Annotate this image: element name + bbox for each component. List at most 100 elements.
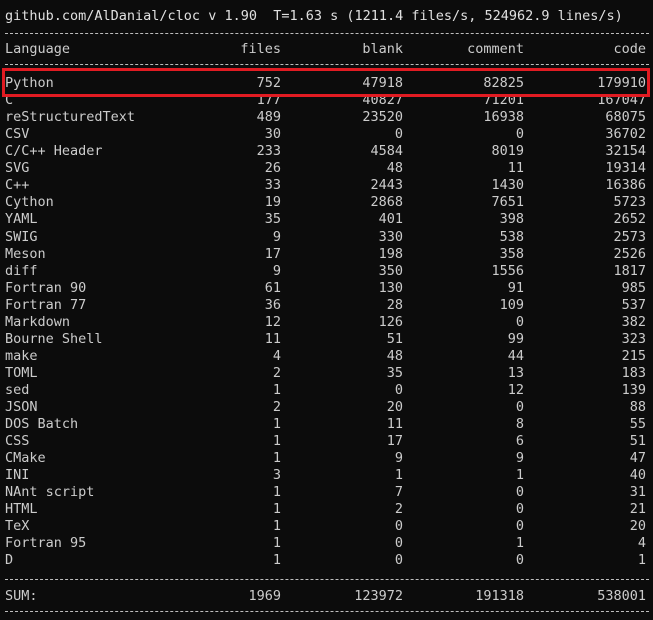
table-row: Fortran 90 61 130 91 985 bbox=[5, 280, 649, 297]
cell-language: Fortran 90 bbox=[5, 279, 87, 296]
table-row: NAnt script 1 7 0 31 bbox=[5, 484, 649, 501]
table-row: Meson 17 198 358 2526 bbox=[5, 246, 649, 263]
table-row: Python 752 47918 82825 179910 bbox=[5, 75, 649, 92]
cell-comment: 11 bbox=[507, 160, 524, 177]
cell-comment: 0 bbox=[515, 398, 524, 415]
cell-language: INI bbox=[5, 467, 30, 484]
cell-blank: 126 bbox=[378, 313, 403, 330]
cell-language: Fortran 95 bbox=[5, 535, 87, 552]
cell-blank: 11 bbox=[386, 416, 403, 432]
cell-files: 2 bbox=[272, 364, 281, 381]
cell-comment: 1 bbox=[515, 535, 524, 552]
cell-blank: 0 bbox=[394, 535, 403, 552]
cell-language: CSS bbox=[5, 433, 30, 450]
table-row: DOS Batch 1 11 8 55 bbox=[5, 416, 649, 433]
cell-language: TeX bbox=[5, 518, 30, 535]
cell-code: 55 bbox=[629, 416, 646, 432]
cell-comment: 71201 bbox=[483, 92, 524, 108]
cell-blank: 7 bbox=[394, 484, 403, 501]
cell-code: 32154 bbox=[605, 143, 646, 160]
cell-comment: 13 bbox=[507, 364, 524, 381]
table-row: Bourne Shell 11 51 99 323 bbox=[5, 331, 649, 348]
cell-blank: 51 bbox=[386, 330, 403, 347]
table-row: C++ 33 2443 1430 16386 bbox=[5, 177, 649, 194]
cell-files: 1 bbox=[272, 433, 281, 450]
table-row: Fortran 77 36 28 109 537 bbox=[5, 297, 649, 314]
table-row: D 1 0 0 1 bbox=[5, 552, 649, 569]
cell-blank: 20 bbox=[386, 398, 403, 415]
cell-blank: 401 bbox=[378, 211, 403, 228]
cell-comment: 8019 bbox=[491, 143, 524, 160]
cell-blank: 48 bbox=[386, 160, 403, 177]
cell-language: Fortran 77 bbox=[5, 296, 87, 313]
cell-files: 2 bbox=[272, 398, 281, 415]
cell-language: sed bbox=[5, 381, 30, 398]
cell-code: 36702 bbox=[605, 126, 646, 143]
cell-files: 26 bbox=[264, 160, 281, 177]
cell-files: 9 bbox=[272, 228, 281, 245]
cell-code: 985 bbox=[621, 279, 646, 296]
cell-comment: 7651 bbox=[491, 194, 524, 211]
cell-blank: 4584 bbox=[370, 143, 403, 160]
cell-comment: 82825 bbox=[483, 75, 524, 91]
column-code: code bbox=[613, 41, 646, 57]
cell-code: 1 bbox=[637, 552, 646, 569]
table-row: SWIG 9 330 538 2573 bbox=[5, 229, 649, 246]
cell-files: 12 bbox=[264, 313, 281, 330]
cell-blank: 0 bbox=[394, 381, 403, 398]
cell-blank: 1 bbox=[394, 467, 403, 484]
table-row: reStructuredText 489 23520 16938 68075 bbox=[5, 109, 649, 126]
cell-comment: 109 bbox=[499, 296, 524, 313]
separator-header bbox=[5, 62, 649, 68]
cell-blank: 35 bbox=[386, 364, 403, 381]
cell-code: 179910 bbox=[597, 75, 646, 91]
cell-blank: 23520 bbox=[362, 109, 403, 126]
cell-files: 1 bbox=[272, 501, 281, 518]
cell-language: NAnt script bbox=[5, 484, 95, 501]
cell-files: 4 bbox=[272, 347, 281, 364]
cell-files: 17 bbox=[264, 245, 281, 262]
cell-language: C/C++ Header bbox=[5, 143, 103, 160]
cell-files: 11 bbox=[264, 330, 281, 347]
cell-comment: 12 bbox=[507, 381, 524, 398]
cell-code: 382 bbox=[621, 313, 646, 330]
separator-sum bbox=[5, 577, 649, 583]
cell-files: 30 bbox=[264, 126, 281, 143]
table-row: CSV 30 0 0 36702 bbox=[5, 126, 649, 143]
cell-language: CMake bbox=[5, 450, 46, 467]
cell-language: D bbox=[5, 552, 14, 569]
cell-blank: 198 bbox=[378, 245, 403, 262]
cell-files: 19 bbox=[264, 194, 281, 211]
table-row: make 4 48 44 215 bbox=[5, 348, 649, 365]
cell-code: 5723 bbox=[613, 194, 646, 211]
column-files: files bbox=[240, 41, 281, 57]
cell-files: 489 bbox=[256, 109, 281, 126]
cell-language: SWIG bbox=[5, 228, 38, 245]
sum-label: SUM: bbox=[5, 588, 38, 604]
cell-comment: 0 bbox=[515, 552, 524, 569]
cell-comment: 0 bbox=[515, 501, 524, 518]
cell-code: 1817 bbox=[613, 262, 646, 279]
cell-files: 233 bbox=[256, 143, 281, 160]
cell-comment: 99 bbox=[507, 330, 524, 347]
table-row: Markdown 12 126 0 382 bbox=[5, 314, 649, 331]
cell-blank: 2868 bbox=[370, 194, 403, 211]
cloc-header: github.com/AlDanial/cloc v 1.90 T=1.63 s… bbox=[5, 8, 623, 24]
cell-language: C++ bbox=[5, 177, 30, 194]
cell-files: 1 bbox=[272, 518, 281, 535]
cell-files: 36 bbox=[264, 296, 281, 313]
cell-language: diff bbox=[5, 262, 38, 279]
table-row: C 177 40827 71201 167047 bbox=[5, 92, 649, 109]
cell-code: 88 bbox=[629, 398, 646, 415]
table-row: TOML 2 35 13 183 bbox=[5, 365, 649, 382]
terminal-window[interactable]: github.com/AlDanial/cloc v 1.90 T=1.63 s… bbox=[0, 0, 653, 620]
cell-blank: 47918 bbox=[362, 75, 403, 91]
cell-code: 47 bbox=[629, 450, 646, 467]
column-language: Language bbox=[5, 41, 71, 57]
cell-comment: 0 bbox=[515, 126, 524, 143]
cell-language: Meson bbox=[5, 245, 46, 262]
cell-comment: 1430 bbox=[491, 177, 524, 194]
cell-comment: 6 bbox=[515, 433, 524, 450]
cell-comment: 398 bbox=[499, 211, 524, 228]
cell-comment: 9 bbox=[515, 450, 524, 467]
